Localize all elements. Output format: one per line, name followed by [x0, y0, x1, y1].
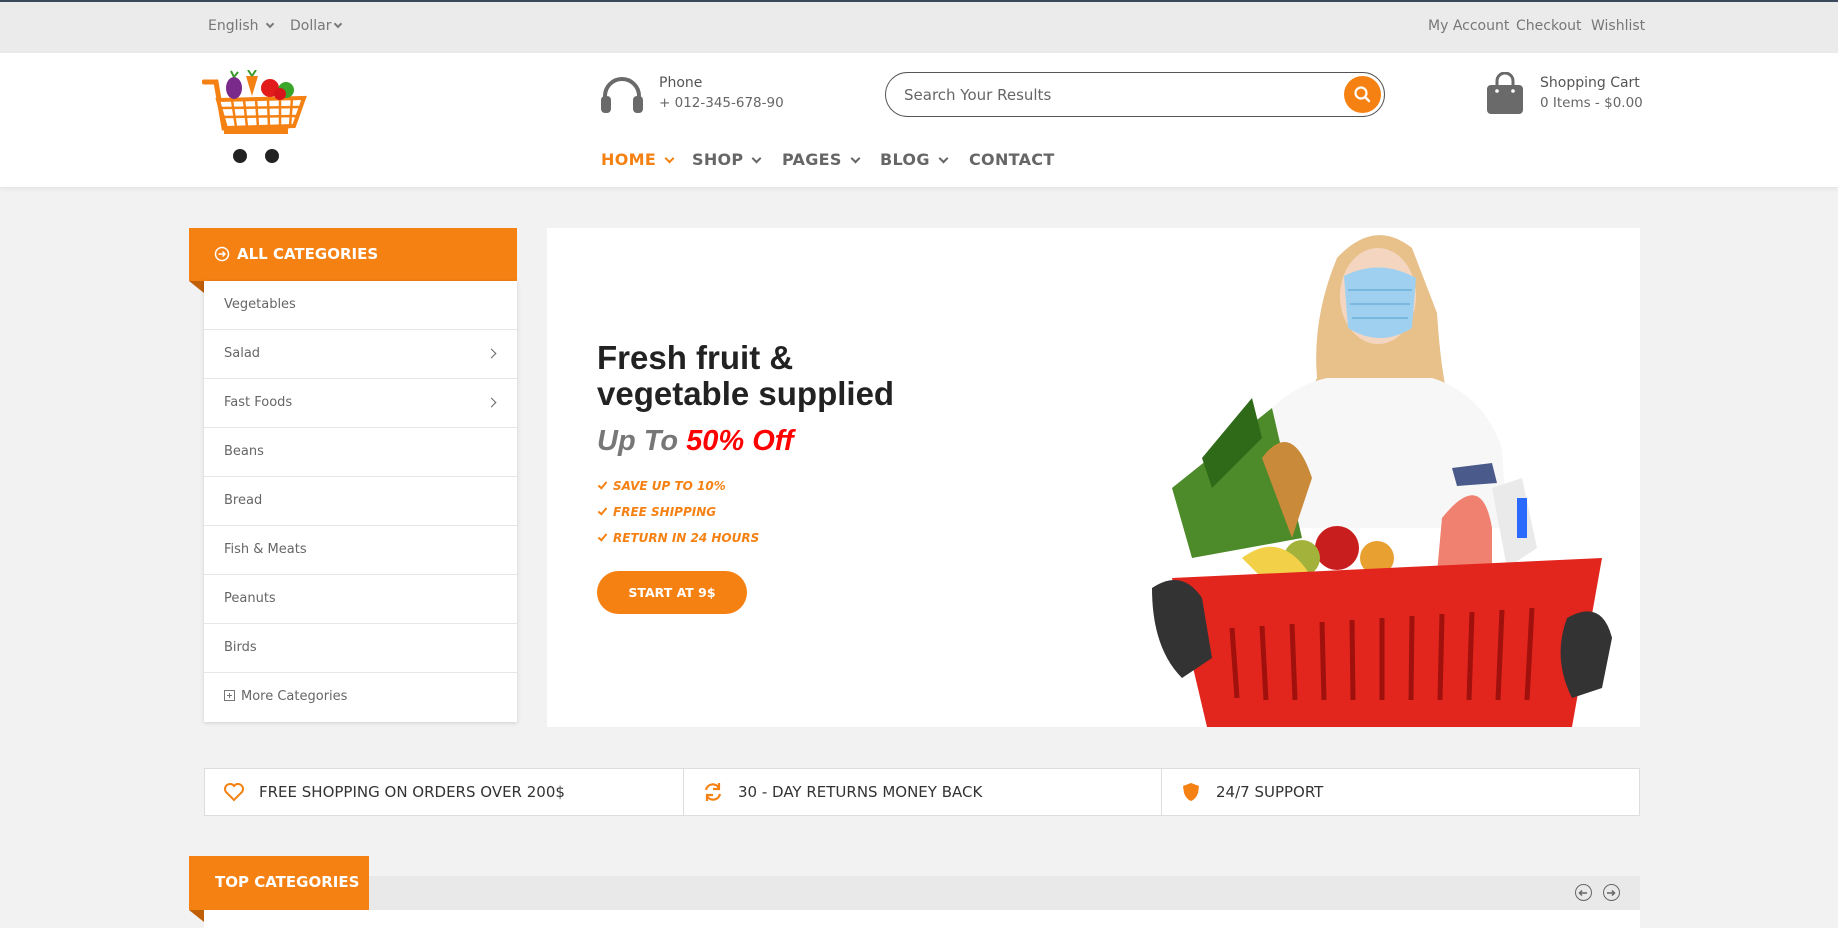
more-categories-link[interactable]: More Categories: [204, 673, 517, 722]
woman-with-grocery-basket-image: [1152, 235, 1612, 727]
language-selector[interactable]: English: [208, 18, 274, 34]
nav-shop[interactable]: SHOP: [692, 150, 762, 169]
category-label: Vegetables: [224, 297, 296, 312]
prev-button[interactable]: [1575, 884, 1592, 901]
check-icon: [597, 505, 608, 516]
ribbon-fold: [189, 281, 204, 293]
check-icon: [597, 531, 608, 542]
hero-slider: [547, 228, 1640, 727]
category-list: Vegetables Salad Fast Foods Beans Bread …: [204, 281, 517, 722]
heart-icon: [224, 783, 244, 802]
search-icon: [1354, 86, 1371, 103]
shopping-bag-icon[interactable]: [1486, 71, 1524, 114]
language-label: English: [208, 18, 259, 34]
nav-home-label: HOME: [601, 150, 657, 169]
all-categories-title: ALL CATEGORIES: [237, 245, 379, 263]
hero-heading-line1: Fresh fruit &: [597, 339, 794, 376]
nav-blog[interactable]: BLOG: [880, 150, 949, 169]
next-button[interactable]: [1603, 884, 1620, 901]
nav-pages[interactable]: PAGES: [782, 150, 861, 169]
nav-blog-label: BLOG: [880, 150, 930, 169]
category-label: Fish & Meats: [224, 542, 307, 557]
chevron-down-icon: [334, 19, 343, 29]
phone-label: Phone: [659, 75, 703, 91]
hero-promo: Up To 50% Off: [597, 425, 794, 458]
all-categories-header[interactable]: ALL CATEGORIES: [189, 228, 517, 281]
nav-contact[interactable]: CONTACT: [969, 150, 1055, 169]
feature-support: 24/7 SUPPORT: [1162, 769, 1640, 815]
hero-feature-text: SAVE UP TO 10%: [613, 479, 726, 493]
nav-contact-label: CONTACT: [969, 150, 1055, 169]
category-label: Salad: [224, 346, 261, 361]
feature-text: 30 - DAY RETURNS MONEY BACK: [738, 783, 983, 801]
more-categories-label: More Categories: [241, 689, 348, 704]
arrow-right-icon: [1607, 889, 1616, 897]
hero-heading: Fresh fruit & vegetable supplied: [597, 340, 894, 412]
shield-icon: [1183, 783, 1199, 801]
feature-returns: 30 - DAY RETURNS MONEY BACK: [684, 769, 1162, 815]
category-item-birds[interactable]: Birds: [204, 624, 517, 673]
headphones-icon: [600, 76, 644, 114]
chevron-down-icon: [265, 19, 274, 29]
arrow-left-icon: [1578, 889, 1587, 897]
nav-shop-label: SHOP: [692, 150, 744, 169]
refresh-icon: [704, 783, 722, 801]
wishlist-link[interactable]: Wishlist: [1591, 18, 1645, 34]
search-input[interactable]: [904, 83, 1324, 107]
chevron-down-icon: [850, 153, 861, 164]
category-label: Bread: [224, 493, 263, 508]
category-item-fish-meats[interactable]: Fish & Meats: [204, 526, 517, 575]
category-label: Peanuts: [224, 591, 276, 606]
chevron-down-icon: [752, 153, 762, 164]
logo[interactable]: [201, 69, 308, 166]
currency-label: Dollar: [290, 18, 332, 34]
nav-pages-label: PAGES: [782, 150, 842, 169]
hero-feature-text: FREE SHIPPING: [613, 505, 717, 519]
nav-home[interactable]: HOME: [601, 150, 675, 169]
chevron-right-icon: [486, 348, 497, 359]
feature-text: FREE SHOPPING ON ORDERS OVER 200$: [259, 783, 565, 801]
phone-number[interactable]: + 012-345-678-90: [659, 95, 784, 111]
feature-free-shipping: FREE SHOPPING ON ORDERS OVER 200$: [205, 769, 684, 815]
category-label: Birds: [224, 640, 257, 655]
feature-text: 24/7 SUPPORT: [1216, 783, 1324, 801]
currency-selector[interactable]: Dollar: [290, 18, 343, 34]
my-account-link[interactable]: My Account: [1428, 18, 1509, 34]
features-bar: FREE SHOPPING ON ORDERS OVER 200$ 30 - D…: [204, 768, 1640, 816]
chevron-down-icon: [664, 153, 675, 164]
hero-feature-item: RETURN IN 24 HOURS: [597, 531, 759, 545]
check-icon: [597, 479, 608, 490]
promo-prefix: Up To: [597, 425, 679, 457]
top-categories-content: [204, 910, 1640, 928]
chevron-down-icon: [938, 153, 949, 164]
category-item-vegetables[interactable]: Vegetables: [204, 281, 517, 330]
shopping-cart-logo-icon: [201, 69, 307, 163]
chevron-right-icon: [486, 397, 497, 408]
category-label: Fast Foods: [224, 395, 293, 410]
ribbon-fold: [189, 910, 204, 922]
category-item-bread[interactable]: Bread: [204, 477, 517, 526]
search-box: [885, 72, 1385, 117]
start-at-button[interactable]: START AT 9$: [597, 571, 747, 614]
promo-highlight: 50% Off: [686, 425, 794, 457]
hero-heading-line2: vegetable supplied: [597, 375, 895, 412]
category-item-fast-foods[interactable]: Fast Foods: [204, 379, 517, 428]
category-item-peanuts[interactable]: Peanuts: [204, 575, 517, 624]
cart-label[interactable]: Shopping Cart: [1540, 75, 1640, 91]
hero-feature-item: FREE SHIPPING: [597, 505, 716, 519]
hero-feature-item: SAVE UP TO 10%: [597, 479, 726, 493]
top-categories-tab: TOP CATEGORIES: [189, 856, 369, 910]
cart-summary[interactable]: 0 Items - $0.00: [1540, 95, 1643, 111]
top-bar: English Dollar My Account Checkout Wishl…: [0, 0, 1838, 53]
category-item-salad[interactable]: Salad: [204, 330, 517, 379]
arrow-circle-right-icon: [214, 246, 230, 262]
category-item-beans[interactable]: Beans: [204, 428, 517, 477]
search-button[interactable]: [1344, 76, 1381, 113]
checkout-link[interactable]: Checkout: [1516, 18, 1582, 34]
category-label: Beans: [224, 444, 264, 459]
top-categories-title: TOP CATEGORIES: [215, 873, 360, 891]
hero-feature-text: RETURN IN 24 HOURS: [613, 531, 760, 545]
plus-square-icon: [224, 690, 235, 701]
